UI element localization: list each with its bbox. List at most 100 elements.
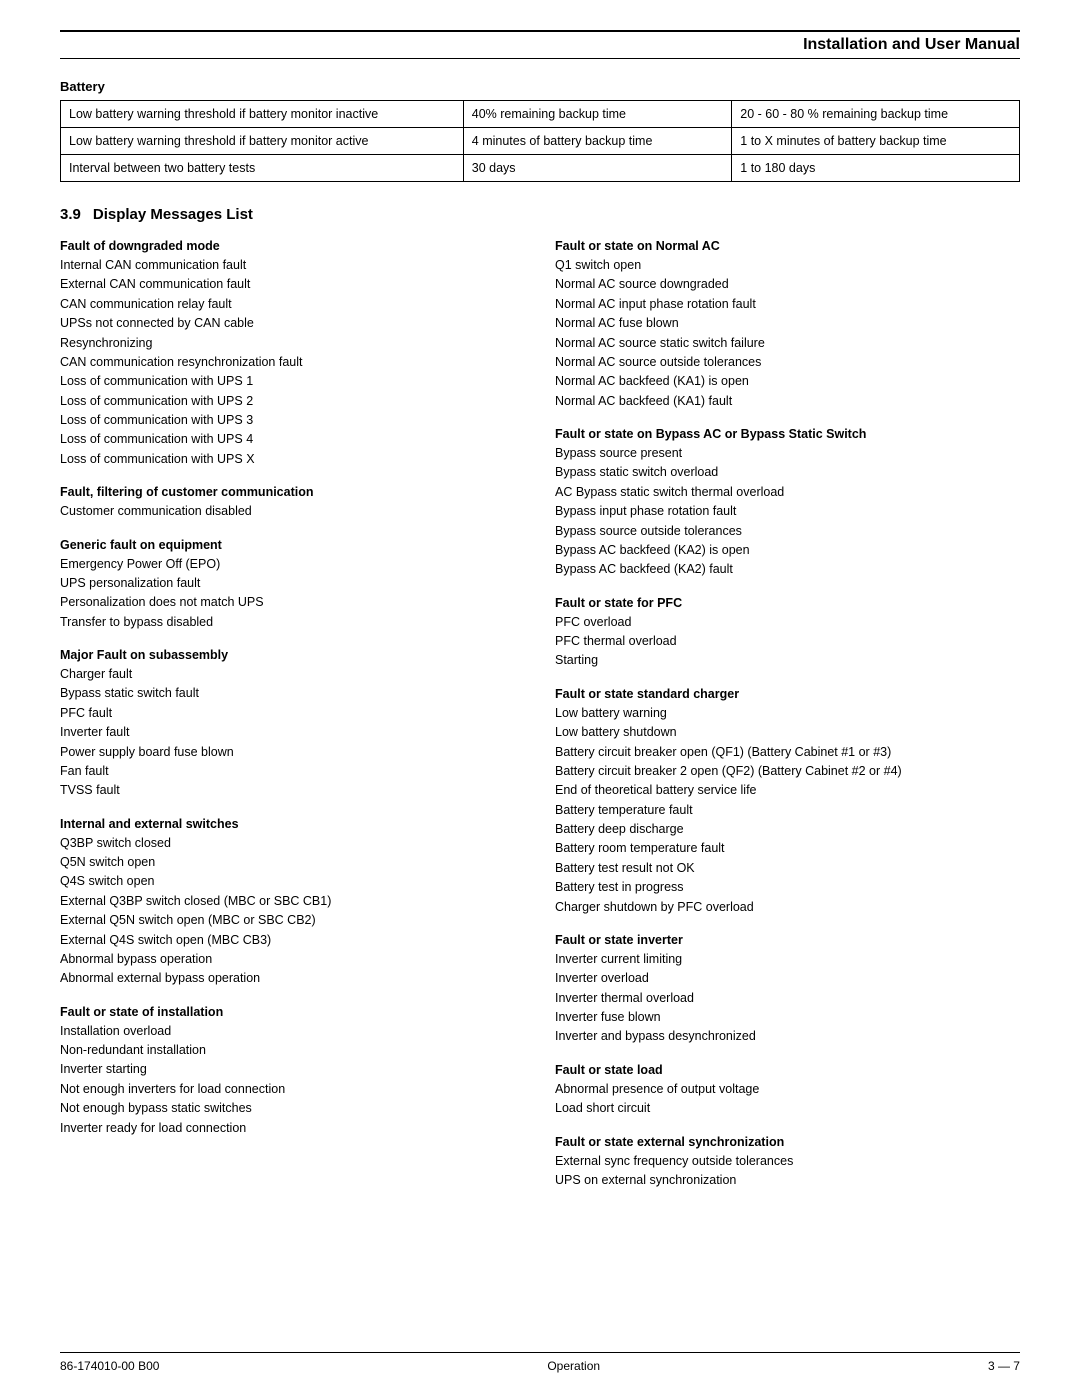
fault-item: Normal AC input phase rotation fault xyxy=(555,295,1020,314)
fault-group: Fault, filtering of customer communicati… xyxy=(60,485,525,521)
page: Installation and User Manual Battery Low… xyxy=(0,0,1080,1397)
left-column: Fault of downgraded mode Internal CAN com… xyxy=(60,239,525,1206)
fault-item: Installation overload xyxy=(60,1022,525,1041)
fault-group: Fault or state inverter Inverter current … xyxy=(555,933,1020,1047)
fault-item: Loss of communication with UPS 3 xyxy=(60,411,525,430)
battery-label: Battery xyxy=(60,79,1020,94)
fault-item: Resynchronizing xyxy=(60,334,525,353)
fault-item: Inverter fuse blown xyxy=(555,1008,1020,1027)
fault-item: Power supply board fuse blown xyxy=(60,743,525,762)
fault-item: Bypass static switch overload xyxy=(555,463,1020,482)
fault-item: End of theoretical battery service life xyxy=(555,781,1020,800)
fault-item: Inverter thermal overload xyxy=(555,989,1020,1008)
battery-row: Low battery warning threshold if battery… xyxy=(61,101,1020,128)
fault-item: External Q5N switch open (MBC or SBC CB2… xyxy=(60,911,525,930)
fault-item: Battery room temperature fault xyxy=(555,839,1020,858)
fault-item: Low battery warning xyxy=(555,704,1020,723)
fault-item: Normal AC source outside tolerances xyxy=(555,353,1020,372)
fault-item: Non-redundant installation xyxy=(60,1041,525,1060)
fault-group-title: Fault or state of installation xyxy=(60,1005,525,1019)
fault-item: UPS on external synchronization xyxy=(555,1171,1020,1190)
fault-item: Loss of communication with UPS X xyxy=(60,450,525,469)
fault-item: Abnormal presence of output voltage xyxy=(555,1080,1020,1099)
fault-item: Q3BP switch closed xyxy=(60,834,525,853)
fault-item: Bypass AC backfeed (KA2) is open xyxy=(555,541,1020,560)
footer: 86-174010-00 B00 Operation 3 — 7 xyxy=(60,1352,1020,1373)
fault-item: Abnormal external bypass operation xyxy=(60,969,525,988)
fault-item: Abnormal bypass operation xyxy=(60,950,525,969)
fault-group: Fault or state on Bypass AC or Bypass St… xyxy=(555,427,1020,580)
fault-item: PFC fault xyxy=(60,704,525,723)
fault-group: Fault or state for PFCPFC overloadPFC th… xyxy=(555,596,1020,671)
fault-group-title: Fault or state on Normal AC xyxy=(555,239,1020,253)
fault-group: Generic fault on equipmentEmergency Powe… xyxy=(60,538,525,633)
fault-item: External sync frequency outside toleranc… xyxy=(555,1152,1020,1171)
fault-group-title: Fault or state load xyxy=(555,1063,1020,1077)
battery-row: Low battery warning threshold if battery… xyxy=(61,128,1020,155)
fault-item: Loss of communication with UPS 2 xyxy=(60,392,525,411)
fault-group: Internal and external switches Q3BP switc… xyxy=(60,817,525,989)
fault-item: Battery temperature fault xyxy=(555,801,1020,820)
fault-item: Fan fault xyxy=(60,762,525,781)
battery-cell-0-1: 40% remaining backup time xyxy=(463,101,732,128)
header-title: Installation and User Manual xyxy=(803,36,1020,53)
footer-center: Operation xyxy=(547,1359,600,1373)
fault-item: Q5N switch open xyxy=(60,853,525,872)
battery-cell-1-2: 1 to X minutes of battery backup time xyxy=(732,128,1020,155)
right-column: Fault or state on Normal ACQ1 switch ope… xyxy=(555,239,1020,1206)
two-column-layout: Fault of downgraded mode Internal CAN com… xyxy=(60,239,1020,1206)
fault-item: Normal AC backfeed (KA1) fault xyxy=(555,392,1020,411)
fault-group: Fault or state external synchronizationE… xyxy=(555,1135,1020,1191)
fault-item: CAN communication resynchronization faul… xyxy=(60,353,525,372)
fault-group-title: Fault or state for PFC xyxy=(555,596,1020,610)
footer-right: 3 — 7 xyxy=(988,1359,1020,1373)
fault-group-title: Internal and external switches xyxy=(60,817,525,831)
fault-item: External Q3BP switch closed (MBC or SBC … xyxy=(60,892,525,911)
fault-item: Emergency Power Off (EPO) xyxy=(60,555,525,574)
fault-item: Battery circuit breaker 2 open (QF2) (Ba… xyxy=(555,762,1020,781)
fault-item: UPSs not connected by CAN cable xyxy=(60,314,525,333)
section-number: 3.9 xyxy=(60,206,81,223)
fault-group-title: Fault or state inverter xyxy=(555,933,1020,947)
battery-cell-2-2: 1 to 180 days xyxy=(732,155,1020,182)
fault-group-title: Fault or state standard charger xyxy=(555,687,1020,701)
fault-item: Loss of communication with UPS 4 xyxy=(60,430,525,449)
fault-item: AC Bypass static switch thermal overload xyxy=(555,483,1020,502)
header-bar: Installation and User Manual xyxy=(60,30,1020,59)
fault-item: Inverter ready for load connection xyxy=(60,1119,525,1138)
battery-cell-0-2: 20 - 60 - 80 % remaining backup time xyxy=(732,101,1020,128)
section-title-text: Display Messages List xyxy=(93,206,253,223)
fault-item: Inverter fault xyxy=(60,723,525,742)
battery-cell-0-0: Low battery warning threshold if battery… xyxy=(61,101,464,128)
fault-item: Inverter overload xyxy=(555,969,1020,988)
fault-group-title: Fault of downgraded mode xyxy=(60,239,525,253)
battery-row: Interval between two battery tests30 day… xyxy=(61,155,1020,182)
fault-item: Battery circuit breaker open (QF1) (Batt… xyxy=(555,743,1020,762)
fault-group: Fault of downgraded mode Internal CAN com… xyxy=(60,239,525,469)
fault-item: Charger shutdown by PFC overload xyxy=(555,898,1020,917)
footer-left: 86-174010-00 B00 xyxy=(60,1359,159,1373)
fault-item: Low battery shutdown xyxy=(555,723,1020,742)
fault-item: Inverter and bypass desynchronized xyxy=(555,1027,1020,1046)
section-title: 3.9 Display Messages List xyxy=(60,206,1020,223)
fault-group: Fault or state on Normal ACQ1 switch ope… xyxy=(555,239,1020,411)
fault-group: Fault or state load Abnormal presence of … xyxy=(555,1063,1020,1119)
fault-item: Bypass AC backfeed (KA2) fault xyxy=(555,560,1020,579)
fault-item: Battery test in progress xyxy=(555,878,1020,897)
fault-item: External CAN communication fault xyxy=(60,275,525,294)
fault-item: Battery test result not OK xyxy=(555,859,1020,878)
fault-item: UPS personalization fault xyxy=(60,574,525,593)
fault-group-title: Fault, filtering of customer communicati… xyxy=(60,485,525,499)
fault-item: External Q4S switch open (MBC CB3) xyxy=(60,931,525,950)
battery-cell-2-1: 30 days xyxy=(463,155,732,182)
fault-item: Transfer to bypass disabled xyxy=(60,613,525,632)
fault-item: Bypass source outside tolerances xyxy=(555,522,1020,541)
fault-item: Inverter starting xyxy=(60,1060,525,1079)
fault-item: Internal CAN communication fault xyxy=(60,256,525,275)
fault-group: Fault or state standard charger Low batte… xyxy=(555,687,1020,917)
fault-item: TVSS fault xyxy=(60,781,525,800)
battery-cell-2-0: Interval between two battery tests xyxy=(61,155,464,182)
fault-item: PFC thermal overload xyxy=(555,632,1020,651)
fault-item: Inverter current limiting xyxy=(555,950,1020,969)
fault-item: Starting xyxy=(555,651,1020,670)
